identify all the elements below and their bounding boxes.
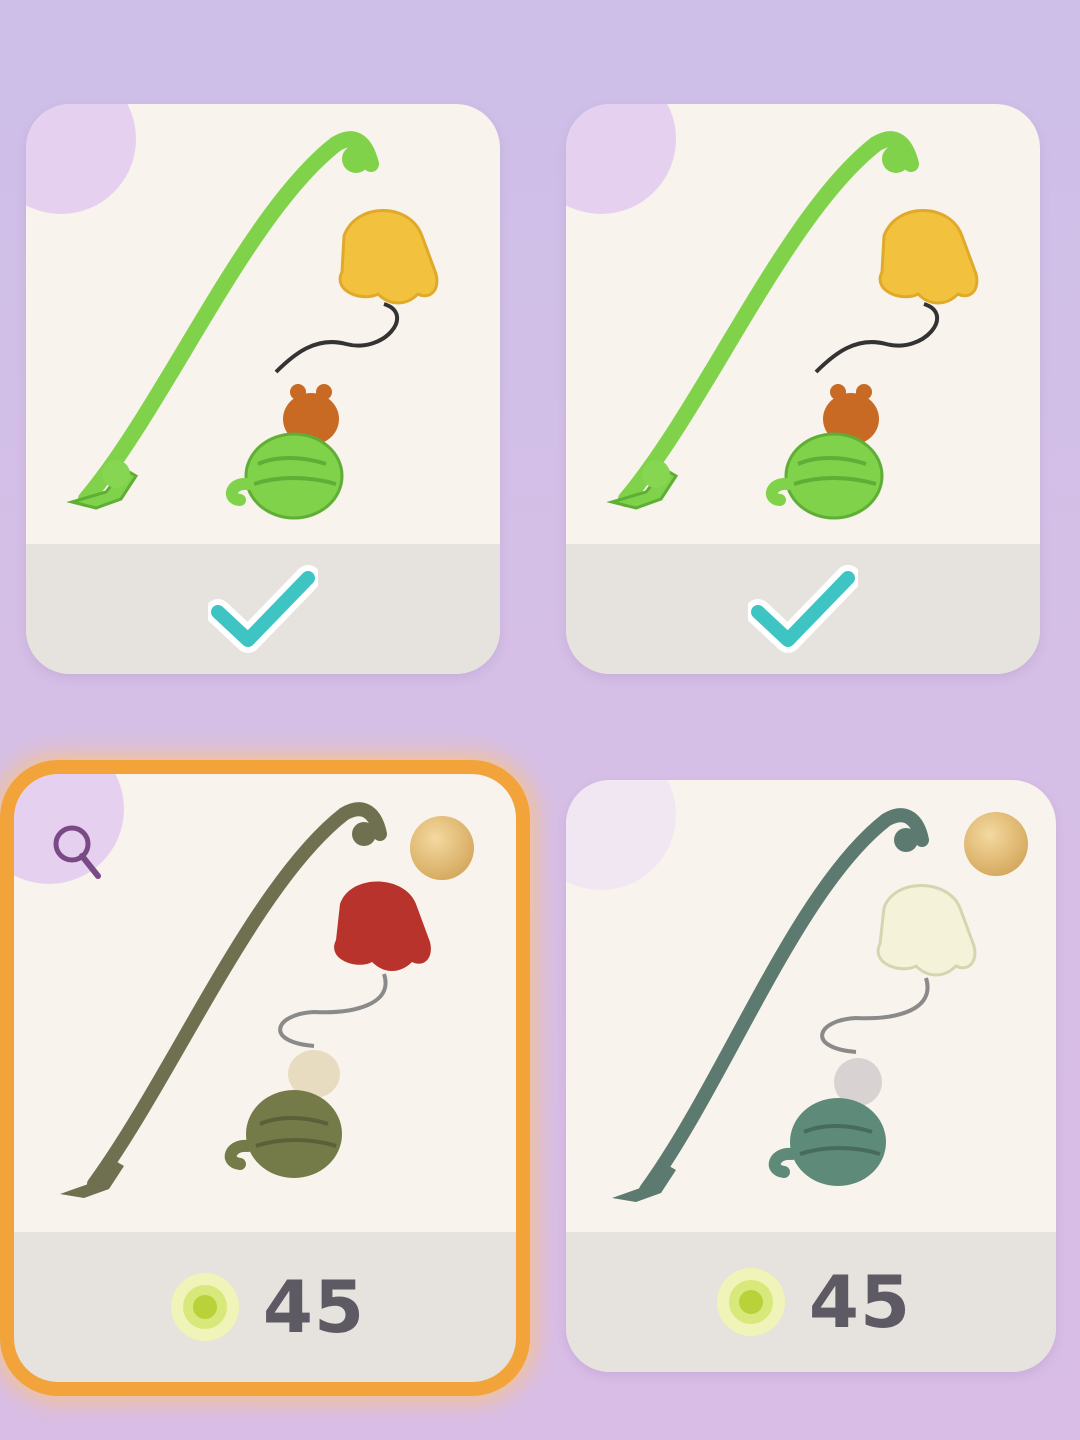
card-footer xyxy=(26,544,500,674)
price-value: 45 xyxy=(262,1265,366,1349)
card-footer: 45 xyxy=(14,1232,516,1382)
card-footer: 45 xyxy=(566,1232,1056,1372)
flower-coin-icon xyxy=(716,1268,785,1336)
checkmark-icon xyxy=(208,565,318,653)
checkmark-icon xyxy=(748,565,858,653)
fishing-rod-green-yellow-image xyxy=(606,131,979,520)
item-card-1[interactable] xyxy=(26,104,500,674)
price-tag: 45 xyxy=(165,1265,365,1349)
gold-orb-icon xyxy=(964,812,1028,876)
price-value: 45 xyxy=(808,1260,912,1344)
gold-orb-icon xyxy=(410,816,474,880)
fishing-rod-green-yellow-image xyxy=(66,131,439,520)
price-tag: 45 xyxy=(711,1260,911,1344)
item-card-2[interactable] xyxy=(566,104,1040,674)
magnifier-icon[interactable] xyxy=(44,818,110,884)
card-footer xyxy=(566,544,1040,674)
flower-coin-icon xyxy=(170,1273,239,1341)
